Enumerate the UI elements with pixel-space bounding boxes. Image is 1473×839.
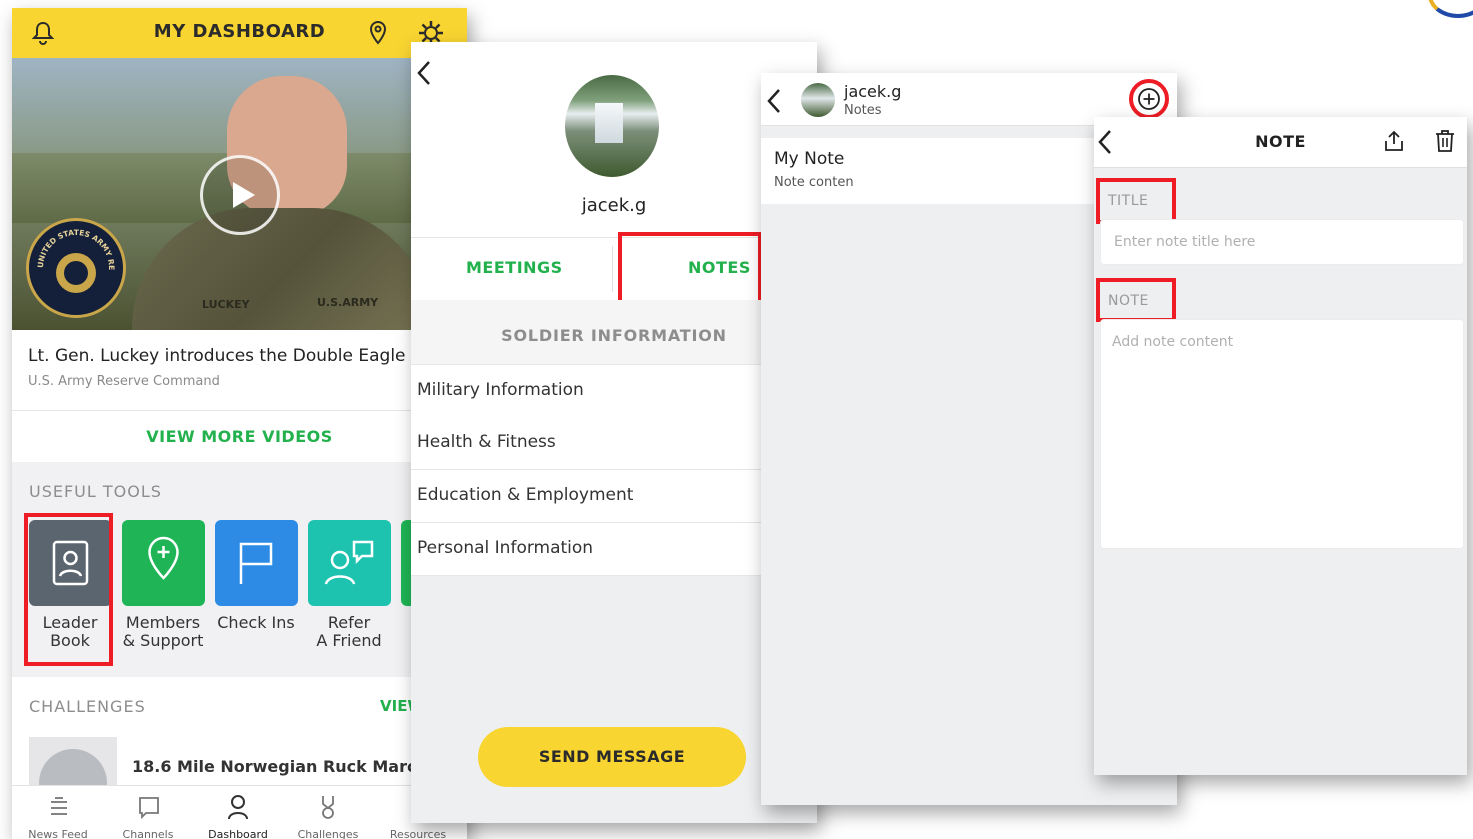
nav-channels[interactable]: Channels — [104, 786, 192, 839]
army-reserve-seal-logo: UNITED STATES ARMY RESERVE — [26, 218, 126, 318]
tool-label-members-support: Members & Support — [122, 613, 204, 650]
challenge-title[interactable]: 18.6 Mile Norwegian Ruck March — [132, 757, 428, 776]
avatar-waterfall — [595, 103, 623, 143]
view-more-videos-label: VIEW MORE VIDEOS — [146, 427, 333, 446]
send-message-button[interactable]: SEND MESSAGE — [478, 727, 746, 787]
play-icon — [233, 182, 255, 208]
highlight-add-note — [1129, 79, 1169, 119]
note-content-textarea[interactable]: Add note content — [1100, 319, 1464, 549]
play-button[interactable] — [200, 155, 280, 235]
view-more-videos-button[interactable]: VIEW MORE VIDEOS — [12, 410, 467, 463]
row-personal-information[interactable]: Personal Information — [411, 523, 817, 576]
channels-icon — [139, 797, 159, 820]
uniform-nametape-right: U.S.ARMY — [317, 296, 379, 309]
page-title: MY DASHBOARD — [153, 21, 326, 42]
tab-meetings[interactable]: MEETINGS — [411, 238, 612, 300]
uniform-nametape-left: LUCKEY — [202, 298, 250, 311]
profile-username: jacek.g — [581, 195, 647, 216]
nav-news-feed[interactable]: News Feed — [14, 786, 102, 839]
video-person-uniform — [132, 208, 432, 330]
section-heading: SOLDIER INFORMATION — [501, 326, 727, 345]
corner-logo-icon — [1428, 0, 1473, 18]
note-content-placeholder: Add note content — [1112, 334, 1234, 350]
nav-dashboard[interactable]: Dashboard — [194, 786, 282, 839]
note-title-placeholder: Enter note title here — [1114, 234, 1256, 250]
video-source: U.S. Army Reserve Command — [28, 374, 220, 389]
back-chevron-icon[interactable] — [415, 58, 433, 88]
tool-refer-friend[interactable] — [308, 520, 391, 606]
profile-avatar — [565, 75, 659, 177]
back-chevron-icon[interactable] — [765, 86, 783, 116]
note-editor-title: NOTE — [1255, 132, 1306, 151]
notes-list-user: jacek.g — [844, 82, 902, 101]
tool-members-support[interactable] — [122, 520, 205, 606]
tool-label-refer-friend: Refer A Friend — [316, 613, 382, 650]
row-education-employment[interactable]: Education & Employment — [411, 470, 817, 523]
note-title-input[interactable]: Enter note title here — [1100, 219, 1464, 265]
tool-check-ins[interactable] — [215, 520, 298, 606]
person-chat-icon — [324, 540, 374, 585]
note-editor-header: NOTE — [1094, 117, 1467, 168]
user-avatar-small — [801, 83, 835, 117]
tool-label-check-ins: Check Ins — [217, 613, 295, 632]
highlight-notes-tab — [618, 232, 762, 304]
bottom-navigation: News Feed Channels Dashboard Challenges … — [12, 785, 467, 839]
notes-list-subtitle: Notes — [844, 103, 882, 118]
note-title: My Note — [774, 149, 845, 169]
video-caption[interactable]: Lt. Gen. Luckey introduces the Double Ea… — [12, 330, 467, 410]
location-pin-icon[interactable] — [368, 20, 388, 46]
highlight-note-label — [1096, 278, 1176, 322]
useful-tools-heading: USEFUL TOOLS — [29, 482, 162, 501]
location-plus-icon — [148, 536, 179, 580]
medal-icon — [322, 796, 334, 819]
note-preview: Note conten — [774, 175, 854, 190]
dashboard-header: MY DASHBOARD — [12, 8, 467, 58]
row-health-fitness[interactable]: Health & Fitness — [411, 417, 817, 470]
share-icon[interactable] — [1382, 129, 1406, 153]
trash-icon[interactable] — [1434, 129, 1456, 153]
note-editor-screen: NOTE TITLE Enter note title here NOTE Ad… — [1094, 117, 1467, 775]
nav-challenges[interactable]: Challenges — [284, 786, 372, 839]
news-feed-icon — [51, 797, 67, 815]
challenge-thumbnail — [29, 737, 117, 817]
flag-icon — [239, 542, 273, 584]
send-message-label: SEND MESSAGE — [538, 747, 686, 766]
video-title: Lt. Gen. Luckey introduces the Double Ea… — [28, 346, 434, 366]
soldier-information-section: SOLDIER INFORMATION — [411, 300, 817, 364]
person-icon — [228, 795, 248, 820]
challenges-section: CHALLENGES VIEW 18.6 Mile Norwegian Ruck… — [12, 677, 467, 817]
video-player[interactable]: LUCKEY U.S.ARMY UNITED STATES ARMY RESER… — [12, 58, 467, 330]
row-military-information[interactable]: Military Information — [411, 364, 817, 418]
dashboard-screen: MY DASHBOARD LUCKEY U.S.ARMY UNITED STAT… — [12, 8, 467, 839]
challenges-heading: CHALLENGES — [29, 697, 146, 716]
highlight-title-label — [1096, 178, 1176, 224]
profile-screen: jacek.g MEETINGS NOTES SOLDIER INFORMATI… — [411, 42, 817, 823]
highlight-leader-book — [24, 513, 113, 666]
